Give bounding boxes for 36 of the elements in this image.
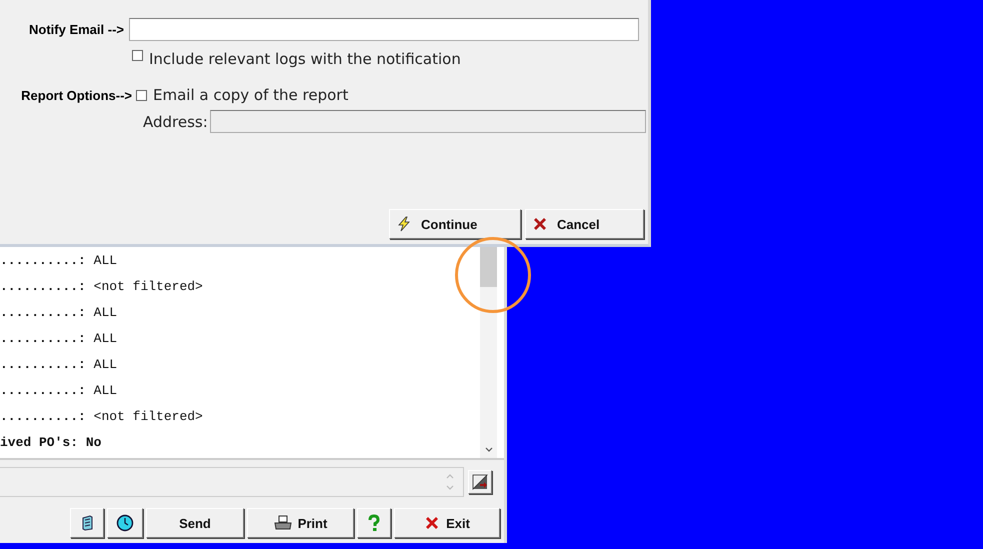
notify-email-label: Notify Email --> [28, 22, 125, 37]
lightning-icon [396, 216, 412, 232]
email-copy-label: Email a copy of the report [153, 86, 348, 104]
log-line: ..........: ALL [0, 384, 118, 400]
cancel-button[interactable]: Cancel [525, 209, 644, 239]
status-field[interactable] [0, 467, 464, 497]
log-line: ..........: ALL [0, 358, 118, 374]
log-line: ..........: <not filtered> [0, 410, 204, 426]
scrollbar-thumb[interactable] [480, 247, 497, 287]
continue-button[interactable]: Continue [389, 209, 521, 239]
log-line: ived PO's: No [0, 436, 102, 452]
close-icon [424, 515, 440, 531]
send-button[interactable]: Send [146, 508, 244, 538]
notify-email-field[interactable] [129, 18, 639, 41]
exit-button[interactable]: Exit [394, 508, 500, 538]
log-line: ..........: ALL [0, 254, 118, 270]
clock-icon [116, 514, 134, 532]
log-line: ..........: ALL [0, 332, 118, 348]
report-options-label: Report Options--> [20, 88, 133, 102]
include-logs-label: Include relevant logs with the notification [149, 50, 461, 68]
address-label: Address: [143, 112, 208, 130]
cabinet-button[interactable] [70, 508, 104, 538]
log-line: ..........: ALL [0, 306, 118, 322]
print-button[interactable]: Print [247, 508, 354, 538]
printer-icon [274, 515, 292, 531]
log-line: ..........: <not filtered> [0, 280, 204, 296]
close-icon [532, 216, 548, 232]
chevron-down-icon[interactable] [484, 446, 494, 454]
help-button[interactable] [357, 508, 391, 538]
clock-button[interactable] [107, 508, 143, 538]
checkbox[interactable] [136, 90, 147, 100]
checkbox[interactable] [132, 50, 143, 60]
arrow-button[interactable] [468, 470, 492, 494]
question-mark-icon [367, 514, 381, 532]
cabinet-icon [80, 515, 94, 531]
scrollbar[interactable] [480, 247, 497, 458]
